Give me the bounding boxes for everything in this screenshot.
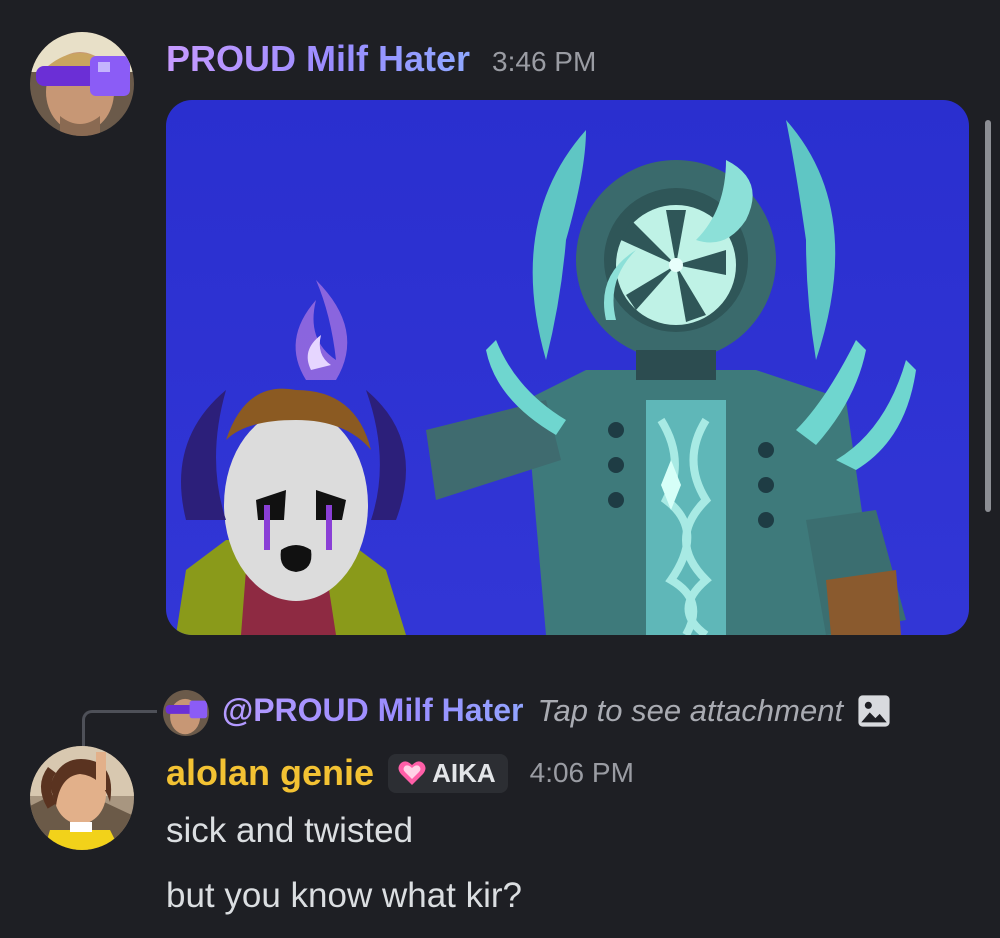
scrollbar[interactable] xyxy=(985,120,991,512)
username[interactable]: alolan genie xyxy=(166,752,374,794)
image-attachment[interactable] xyxy=(166,100,969,635)
reply-mention[interactable]: @PROUD Milf Hater xyxy=(222,692,523,729)
reply-preview-text[interactable]: Tap to see attachment xyxy=(537,693,843,729)
timestamp: 3:46 PM xyxy=(492,46,597,77)
server-tag[interactable]: AIKA xyxy=(388,753,508,793)
user-avatar[interactable] xyxy=(30,746,134,850)
message-text: sick and twisted xyxy=(166,811,414,850)
reply-reference[interactable]: @PROUD Milf Hater Tap to see attachment xyxy=(222,692,891,729)
message-text: but you know what kir? xyxy=(166,876,523,915)
pink-heart-icon xyxy=(398,761,426,785)
reply-connector xyxy=(82,710,157,747)
chat-view: PROUD Milf Hater 3:46 PM @PROUD Milf Hat… xyxy=(0,0,1000,938)
tag-label: AIKA xyxy=(432,757,496,788)
message-header: alolan genie AIKA 4:06 PM xyxy=(166,752,634,794)
reply-avatar xyxy=(163,690,209,736)
user-avatar[interactable] xyxy=(30,32,134,136)
message-header: PROUD Milf Hater 3:46 PM xyxy=(166,38,596,80)
timestamp: 4:06 PM xyxy=(529,757,634,788)
image-icon xyxy=(858,694,890,727)
username[interactable]: PROUD Milf Hater xyxy=(166,38,470,80)
